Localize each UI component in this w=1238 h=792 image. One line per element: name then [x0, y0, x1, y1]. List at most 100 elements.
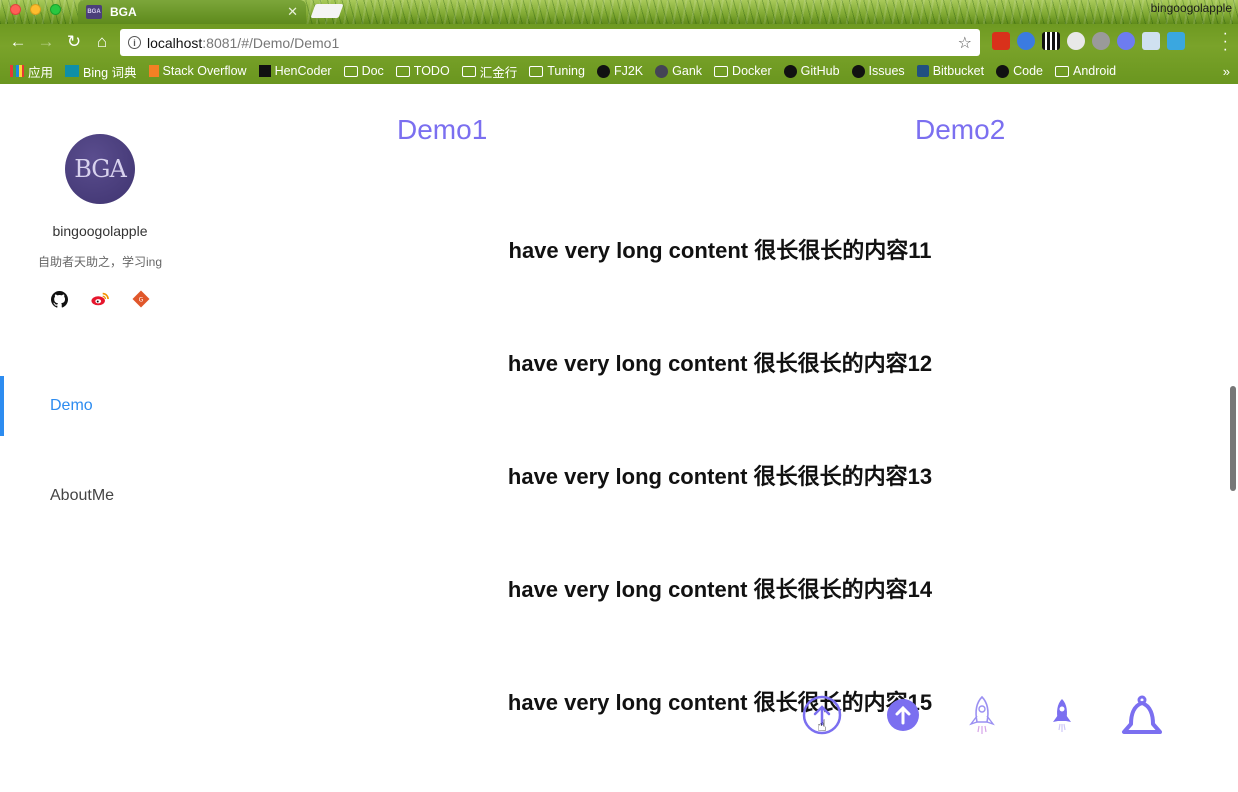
home-icon[interactable]: ⌂	[90, 30, 114, 54]
github-icon	[783, 64, 797, 78]
tab-close-icon[interactable]: ✕	[287, 4, 298, 20]
scrollbar[interactable]	[1230, 386, 1236, 491]
profile-name[interactable]: bingoogolapple	[1151, 1, 1232, 15]
bookmark-label: FJ2K	[613, 64, 644, 78]
gitosc-icon[interactable]: G	[132, 290, 150, 308]
back-to-top-rocket-outline-button[interactable]	[964, 694, 1000, 738]
github-icon	[596, 64, 610, 78]
bookmark-label: Doc	[361, 64, 384, 78]
content-line: have very long content 很长很长的内容11	[508, 238, 932, 263]
bookmark-todo[interactable]: TODO	[395, 64, 450, 78]
window-extension-icon[interactable]	[1142, 32, 1160, 50]
bookmark-android[interactable]: Android	[1055, 64, 1116, 78]
bookmark-label: GitHub	[800, 64, 840, 78]
content-line: have very long content 很长很长的内容14	[507, 577, 933, 602]
new-tab-button[interactable]	[310, 4, 344, 18]
bookmark-fj2k[interactable]: FJ2K	[596, 64, 644, 78]
bookmark-star-icon[interactable]: ☆	[958, 33, 972, 53]
bookmark-doc[interactable]: Doc	[343, 64, 384, 78]
bookmark-bing[interactable]: Bing 词典	[65, 62, 137, 81]
sidebar-item-demo[interactable]: Demo	[0, 376, 200, 436]
bookmark-github[interactable]: GitHub	[783, 64, 840, 78]
content-line: have very long content 很长很长的内容13	[507, 464, 933, 489]
sidebar: BGA bingoogolapple 自助者天助之，学习ing G Demo A…	[0, 84, 200, 792]
browser-menu-icon[interactable]: · · ·	[1223, 26, 1228, 58]
tab-favicon-icon: BGA	[86, 5, 102, 19]
bookmark-apps[interactable]: 应用	[10, 62, 53, 81]
bookmark-docker[interactable]: Docker	[714, 64, 772, 78]
back-to-top-bell-button[interactable]	[1120, 694, 1164, 738]
gray-extension-icon[interactable]	[1092, 32, 1110, 50]
gank-icon	[655, 64, 669, 78]
back-to-top-rocket-filled-button[interactable]	[1048, 696, 1076, 736]
folder-icon	[1055, 65, 1069, 77]
sidebar-item-label: Demo	[50, 397, 93, 414]
tab-demo2[interactable]: Demo2	[915, 114, 1005, 146]
bookmark-label: Bing 词典	[83, 65, 137, 80]
bookmark-label: Gank	[672, 64, 703, 78]
android-studio-icon[interactable]	[1167, 32, 1185, 50]
bookmark-label: Docker	[732, 64, 772, 78]
forward-arrow-icon[interactable]: →	[34, 30, 58, 54]
bookmark-issues[interactable]: Issues	[851, 64, 905, 78]
back-to-top-filled-button[interactable]	[886, 698, 920, 732]
bookmark-label: Bitbucket	[932, 64, 985, 78]
github-icon[interactable]	[50, 290, 68, 308]
bookmark-gank[interactable]: Gank	[655, 64, 702, 78]
address-bar[interactable]: i localhost :8081/#/Demo/Demo1 ☆	[120, 29, 980, 56]
content-line: have very long content 很长很长的内容12	[507, 351, 933, 376]
bookmark-label: Stack Overflow	[162, 64, 247, 78]
site-info-icon[interactable]: i	[128, 36, 141, 49]
bookmark-hencoder[interactable]: HenCoder	[258, 64, 332, 78]
social-links: G	[50, 290, 150, 308]
close-window-button[interactable]	[10, 4, 21, 15]
globe-extension-icon[interactable]	[1067, 32, 1085, 50]
motto: 自助者天助之，学习ing	[37, 255, 162, 269]
folder-icon	[343, 65, 358, 77]
bookmark-label: 汇金行	[479, 65, 518, 80]
username: bingoogolapple	[52, 223, 148, 239]
bitbucket-icon	[916, 65, 929, 77]
bookmark-bitbucket[interactable]: Bitbucket	[916, 64, 985, 78]
page-content: BGA bingoogolapple 自助者天助之，学习ing G Demo A…	[0, 84, 1238, 792]
folder-icon	[395, 65, 410, 77]
github-icon	[851, 64, 865, 78]
arrow-up-circle-filled-icon	[887, 699, 919, 731]
apps-grid-icon	[10, 65, 24, 77]
tab-demo1[interactable]: Demo1	[397, 114, 487, 146]
url-host: localhost	[147, 34, 203, 51]
fe-extension-icon[interactable]	[992, 32, 1010, 50]
bookmark-huijinhang[interactable]: 汇金行	[461, 62, 518, 81]
bing-icon	[65, 65, 80, 77]
bookmark-label: Tuning	[547, 64, 585, 78]
rocket-bell-icon	[1122, 695, 1162, 734]
back-arrow-icon[interactable]: ←	[6, 30, 30, 54]
content-line: have very long content 很长很长的内容15	[507, 690, 933, 715]
sidebar-item-label: AboutMe	[50, 487, 115, 504]
reload-icon[interactable]: ↻	[62, 30, 86, 54]
svg-text:G: G	[139, 297, 144, 304]
bookmarks-bar: 应用 Bing 词典 Stack Overflow HenCoder Doc T…	[0, 60, 1238, 82]
extensions-area	[992, 32, 1185, 50]
zoom-window-button[interactable]	[50, 4, 61, 15]
minimize-window-button[interactable]	[30, 4, 41, 15]
stackoverflow-icon	[148, 65, 159, 77]
folder-icon	[714, 65, 729, 77]
weibo-icon[interactable]	[91, 290, 109, 308]
extension-icon[interactable]	[1017, 32, 1035, 50]
bookmark-stackoverflow[interactable]: Stack Overflow	[148, 64, 247, 78]
r-extension-icon[interactable]	[1117, 32, 1135, 50]
bookmarks-more-button[interactable]: »	[1223, 64, 1230, 79]
bookmark-code[interactable]: Code	[996, 64, 1043, 78]
hencoder-icon	[258, 65, 271, 77]
qrcode-icon[interactable]	[1042, 32, 1060, 50]
rocket-outline-icon	[969, 695, 995, 734]
folder-icon	[461, 65, 476, 77]
bookmark-label: TODO	[413, 64, 450, 78]
bookmark-label: Issues	[868, 64, 905, 78]
sidebar-item-aboutme[interactable]: AboutMe	[0, 466, 200, 526]
avatar[interactable]: BGA	[65, 134, 135, 204]
folder-icon	[529, 65, 544, 77]
bookmark-tuning[interactable]: Tuning	[529, 64, 585, 78]
browser-tab-bga[interactable]: BGA BGA ✕	[78, 0, 306, 24]
